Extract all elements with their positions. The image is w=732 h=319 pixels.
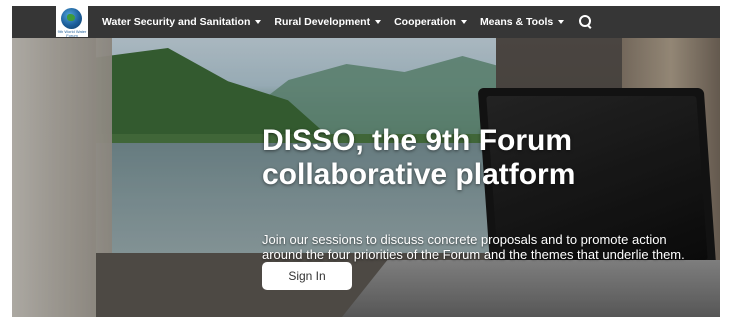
menu-item-label: Rural Development	[274, 16, 371, 28]
logo-text: 9th World Water Forum	[57, 29, 87, 38]
menu-item-cooperation[interactable]: Cooperation	[394, 16, 467, 28]
page: 9th World Water Forum Water Security and…	[12, 6, 720, 317]
menu-item-rural-development[interactable]: Rural Development	[274, 16, 382, 28]
menu-item-label: Water Security and Sanitation	[102, 16, 251, 28]
menu-item-label: Means & Tools	[479, 16, 554, 28]
caret-down-icon	[558, 20, 565, 24]
menu-item-label: Cooperation	[394, 16, 456, 28]
main-menu: Water Security and Sanitation Rural Deve…	[102, 6, 593, 38]
caret-down-icon	[255, 20, 262, 24]
sign-in-button[interactable]: Sign In	[262, 262, 352, 290]
hero-title: DISSO, the 9th Forum collaborative platf…	[262, 124, 576, 191]
forum-logo[interactable]: 9th World Water Forum	[56, 6, 88, 38]
menu-item-water-security[interactable]: Water Security and Sanitation	[102, 16, 262, 28]
hero-description: Join our sessions to discuss concrete pr…	[262, 232, 685, 262]
search-icon[interactable]	[579, 15, 593, 29]
menu-item-means-tools[interactable]: Means & Tools	[479, 16, 565, 28]
top-navigation: 9th World Water Forum Water Security and…	[12, 6, 720, 38]
hero-banner: DISSO, the 9th Forum collaborative platf…	[12, 38, 720, 317]
caret-down-icon	[460, 20, 467, 24]
globe-icon	[61, 8, 82, 29]
caret-down-icon	[375, 20, 382, 24]
